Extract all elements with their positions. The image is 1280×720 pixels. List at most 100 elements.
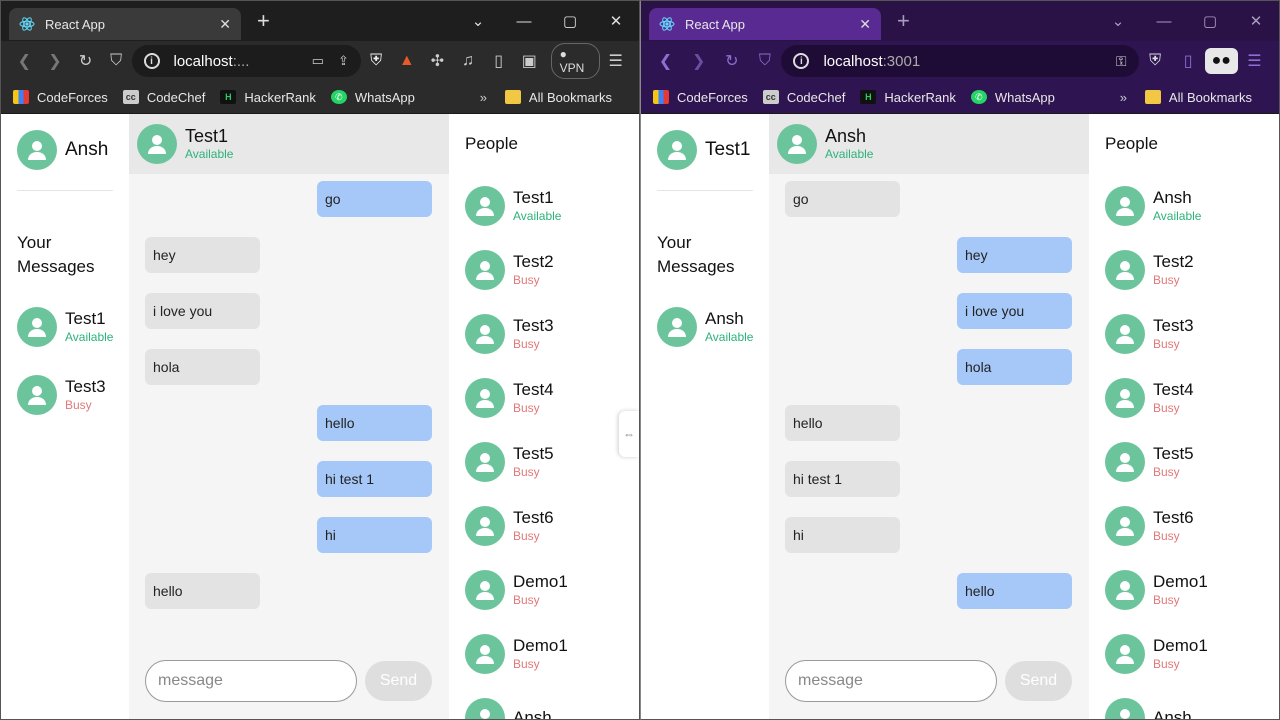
menu-icon[interactable]: ☰ — [1238, 51, 1271, 71]
forward-icon[interactable]: ❯ — [682, 51, 715, 71]
send-button[interactable]: Send — [365, 661, 432, 701]
conversation-item[interactable]: Test1 Available — [17, 307, 113, 347]
person-item[interactable]: Test3 Busy — [1105, 302, 1263, 366]
bookmark-icon[interactable]: ⛉ — [748, 52, 781, 70]
minimize-icon[interactable]: — — [501, 13, 547, 30]
bookmark-label: CodeForces — [677, 89, 748, 105]
reload-icon[interactable]: ↻ — [715, 51, 748, 71]
brave-shield-icon[interactable]: ⛨ — [361, 52, 392, 70]
person-item[interactable]: Demo1 Busy — [1105, 558, 1263, 622]
vpn-button[interactable]: ● VPN — [550, 43, 601, 79]
person-name: Test6 — [513, 508, 554, 527]
drag-handle-icon[interactable]: ⇔ — [619, 411, 639, 457]
person-item[interactable]: Test4 Busy — [465, 366, 623, 430]
reload-icon[interactable]: ↻ — [70, 51, 101, 71]
all-bookmarks[interactable]: All Bookmarks — [1144, 90, 1252, 105]
share-icon[interactable]: ⇪ — [338, 53, 349, 69]
close-tab-icon[interactable]: ✕ — [219, 16, 231, 33]
send-button[interactable]: Send — [1005, 661, 1072, 701]
person-item[interactable]: Test5 Busy — [465, 430, 623, 494]
menu-icon[interactable]: ☰ — [600, 51, 631, 71]
maximize-icon[interactable]: ▢ — [1187, 12, 1233, 30]
all-bookmarks[interactable]: All Bookmarks — [504, 90, 612, 105]
private-glasses-icon[interactable]: ●● — [1204, 48, 1238, 74]
react-icon — [19, 16, 35, 32]
person-item[interactable]: Test6 Busy — [465, 494, 623, 558]
avatar — [1105, 506, 1145, 546]
sidebar-icon[interactable]: ▯ — [1172, 51, 1205, 71]
avatar — [777, 124, 817, 164]
composer: message Send — [145, 660, 432, 702]
music-icon[interactable]: ♫ — [453, 52, 484, 70]
avatar — [137, 124, 177, 164]
bookmark-whatsapp[interactable]: ✆ WhatsApp — [330, 90, 415, 105]
wallet-icon[interactable]: ▣ — [514, 51, 545, 71]
person-item[interactable]: Ansh Available — [1105, 174, 1263, 238]
bookmarks-bar: CodeForces cc CodeChef H HackerRank ✆ Whats… — [1, 81, 639, 113]
person-item[interactable]: Test3 Busy — [465, 302, 623, 366]
close-window-icon[interactable]: ✕ — [593, 12, 639, 30]
close-tab-icon[interactable]: ✕ — [859, 16, 871, 33]
tab-title: React App — [45, 16, 105, 32]
avatar — [465, 698, 505, 719]
address-bar[interactable]: i localhost:... ▭ ⇪ — [131, 45, 361, 77]
bookmark-codeforces[interactable]: CodeForces — [13, 90, 108, 105]
avatar — [657, 130, 697, 170]
minimize-icon[interactable]: — — [1141, 13, 1187, 30]
person-name: Test2 — [513, 252, 554, 271]
person-status: Busy — [1153, 657, 1180, 671]
conversation-item[interactable]: Test3 Busy — [17, 375, 113, 415]
sidebar-icon[interactable]: ▯ — [483, 51, 514, 71]
url-host: localhost — [823, 52, 883, 70]
address-bar[interactable]: i localhost:3001 ⚿ — [781, 45, 1139, 77]
chevron-down-icon[interactable]: ⌄ — [455, 12, 501, 30]
bookmark-hackerrank[interactable]: H HackerRank — [860, 90, 956, 105]
bookmark-codechef[interactable]: cc CodeChef — [122, 90, 205, 105]
person-item[interactable]: Ansh — [465, 686, 623, 719]
info-icon[interactable]: i — [793, 53, 810, 69]
browser-tab[interactable]: React App ✕ — [9, 8, 241, 40]
info-icon[interactable]: i — [143, 53, 160, 69]
more-bookmarks-icon[interactable]: » — [1120, 90, 1127, 105]
person-item[interactable]: Test6 Busy — [1105, 494, 1263, 558]
extensions-icon[interactable]: ✣ — [422, 51, 453, 71]
bookmark-codechef[interactable]: cc CodeChef — [762, 89, 846, 105]
close-window-icon[interactable]: ✕ — [1233, 12, 1279, 30]
new-tab-icon[interactable]: + — [257, 8, 270, 34]
chevron-down-icon[interactable]: ⌄ — [1095, 12, 1141, 30]
maximize-icon[interactable]: ▢ — [547, 12, 593, 30]
person-item[interactable]: Test4 Busy — [1105, 366, 1263, 430]
person-status: Busy — [513, 465, 540, 479]
message-input[interactable]: message — [785, 660, 997, 702]
forward-icon[interactable]: ❯ — [40, 51, 71, 71]
browser-tab[interactable]: React App ✕ — [649, 8, 881, 40]
person-item[interactable]: Test5 Busy — [1105, 430, 1263, 494]
message-input[interactable]: message — [145, 660, 357, 702]
person-item[interactable]: Demo1 Busy — [1105, 622, 1263, 686]
bookmark-label: CodeChef — [786, 89, 846, 105]
key-icon[interactable]: ⚿ — [1116, 53, 1127, 70]
brave-rewards-icon[interactable]: ▲ — [391, 52, 422, 70]
new-tab-icon[interactable]: + — [897, 8, 910, 34]
codeforces-icon — [13, 90, 29, 104]
person-status: Busy — [513, 657, 540, 671]
more-bookmarks-icon[interactable]: » — [480, 90, 487, 105]
person-item[interactable]: Test2 Busy — [1105, 238, 1263, 302]
message-bubble: hello — [317, 405, 432, 441]
cast-icon[interactable]: ▭ — [312, 53, 324, 69]
brave-shield-icon[interactable]: ⛨ — [1139, 52, 1172, 70]
conversation-item[interactable]: Ansh Available — [657, 307, 753, 347]
person-item[interactable]: Ansh — [1105, 686, 1263, 719]
back-icon[interactable]: ❮ — [649, 51, 682, 71]
person-item[interactable]: Test1 Available — [465, 174, 623, 238]
person-item[interactable]: Demo1 Busy — [465, 622, 623, 686]
bookmark-codeforces[interactable]: CodeForces — [653, 90, 748, 105]
person-status: Busy — [1153, 273, 1180, 287]
person-item[interactable]: Test2 Busy — [465, 238, 623, 302]
bookmark-whatsapp[interactable]: ✆ WhatsApp — [970, 90, 1055, 105]
person-status: Busy — [513, 273, 540, 287]
back-icon[interactable]: ❮ — [9, 51, 40, 71]
bookmark-icon[interactable]: ⛉ — [101, 52, 132, 70]
bookmark-hackerrank[interactable]: H HackerRank — [220, 90, 316, 105]
person-item[interactable]: Demo1 Busy — [465, 558, 623, 622]
